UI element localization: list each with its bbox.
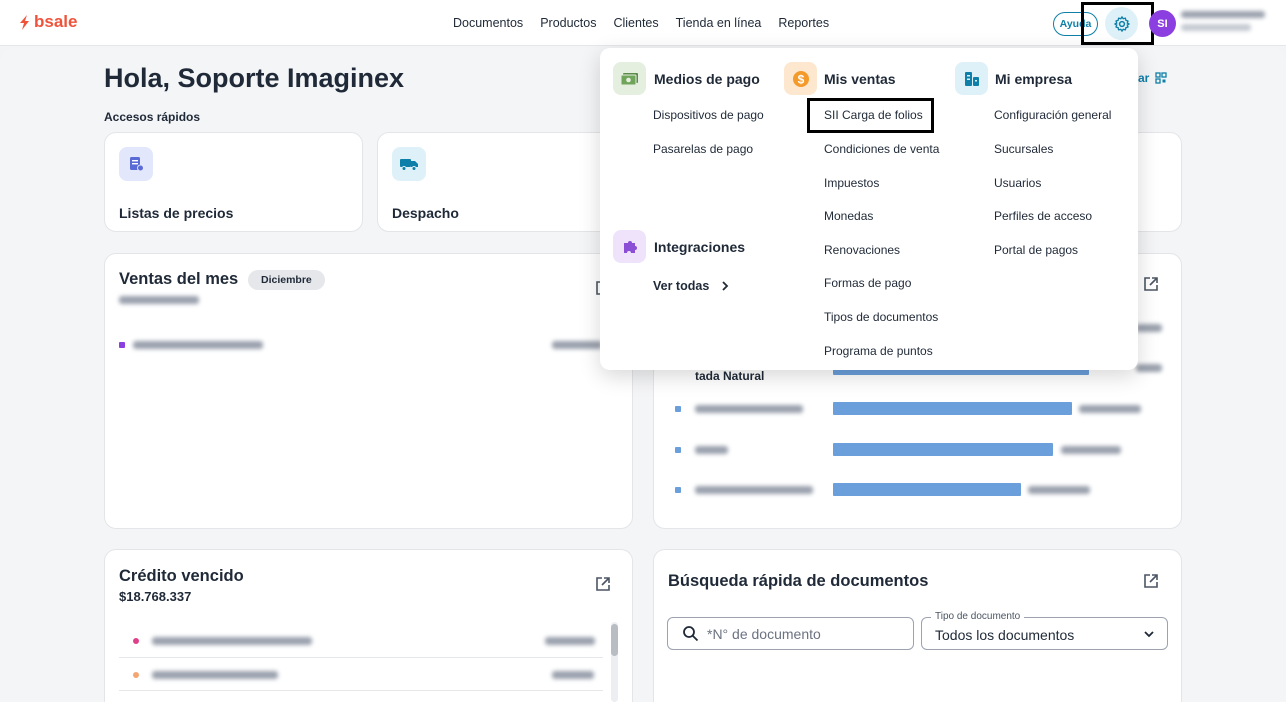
truck-icon bbox=[392, 147, 426, 181]
money-icon bbox=[613, 62, 646, 95]
menu-item-renewals[interactable]: Renovaciones bbox=[824, 243, 900, 257]
product-name-blurred bbox=[695, 486, 813, 494]
legend-dot bbox=[133, 672, 139, 678]
settings-dropdown-menu: Medios de pago Dispositivos de pago Pasa… bbox=[600, 48, 1138, 370]
see-all-integrations-link[interactable]: Ver todas bbox=[653, 279, 729, 293]
nav-documentos[interactable]: Documentos bbox=[453, 16, 523, 30]
sii-folios-highlight-box bbox=[807, 98, 934, 133]
quick-access-title: Accesos rápidos bbox=[104, 110, 201, 124]
price-list-icon bbox=[119, 147, 153, 181]
edit-quick-access-link[interactable]: ar bbox=[1138, 71, 1167, 85]
product-value-blurred bbox=[1079, 405, 1141, 413]
product-value-blurred bbox=[1136, 364, 1162, 372]
sales-total-blurred bbox=[119, 296, 199, 304]
page-title: Hola, Soporte Imaginex bbox=[104, 63, 405, 93]
doc-type-value: Todos los documentos bbox=[935, 627, 1075, 643]
legend-dot bbox=[133, 638, 139, 644]
menu-item-payment-gateways[interactable]: Pasarelas de pago bbox=[653, 142, 753, 156]
legend-dot bbox=[119, 342, 125, 348]
payment-methods-title: Medios de pago bbox=[654, 71, 760, 87]
credit-card-title: Crédito vencido bbox=[119, 567, 244, 585]
external-link-icon[interactable] bbox=[594, 575, 612, 593]
quick-access-label: Listas de precios bbox=[119, 205, 234, 221]
search-card-title: Búsqueda rápida de documentos bbox=[668, 572, 929, 590]
nav-clientes[interactable]: Clientes bbox=[613, 16, 658, 30]
sales-card-title: Ventas del mes bbox=[119, 270, 239, 288]
product-name-blurred bbox=[695, 405, 803, 413]
product-bar bbox=[833, 402, 1072, 415]
nav-tienda-en-linea[interactable]: Tienda en línea bbox=[676, 16, 762, 30]
main-nav: Documentos Productos Clientes Tienda en … bbox=[453, 16, 829, 30]
menu-item-currencies[interactable]: Monedas bbox=[824, 209, 873, 223]
product-name-blurred bbox=[695, 446, 728, 454]
edit-link-label: ar bbox=[1138, 71, 1150, 85]
menu-item-branches[interactable]: Sucursales bbox=[994, 142, 1053, 156]
menu-item-users[interactable]: Usuarios bbox=[994, 176, 1041, 190]
external-link-icon[interactable] bbox=[1142, 572, 1160, 590]
my-sales-title: Mis ventas bbox=[824, 71, 896, 87]
monthly-sales-card: Ventas del mes Diciembre bbox=[104, 253, 633, 529]
grid-icon bbox=[1155, 72, 1167, 84]
chevron-down-icon bbox=[1144, 631, 1154, 638]
bsale-logo[interactable]: bsale bbox=[18, 12, 77, 32]
menu-item-points-program[interactable]: Programa de puntos bbox=[824, 344, 933, 358]
quick-access-label: Despacho bbox=[392, 205, 459, 221]
month-badge[interactable]: Diciembre bbox=[248, 270, 325, 290]
sales-branch-value-blurred bbox=[552, 341, 602, 349]
product-value-blurred bbox=[1028, 486, 1090, 494]
avatar[interactable]: SI bbox=[1149, 10, 1176, 37]
menu-item-access-profiles[interactable]: Perfiles de acceso bbox=[994, 209, 1092, 223]
puzzle-icon bbox=[613, 230, 646, 263]
settings-highlight-box bbox=[1081, 2, 1154, 45]
menu-item-payment-forms[interactable]: Formas de pago bbox=[824, 276, 911, 290]
building-icon bbox=[955, 62, 988, 95]
document-type-select[interactable]: Tipo de documento Todos los documentos bbox=[921, 611, 1168, 650]
quick-access-card-price-lists[interactable]: Listas de precios bbox=[104, 132, 363, 232]
legend-dot bbox=[675, 487, 681, 493]
credit-value-blurred bbox=[552, 671, 594, 679]
product-value-blurred bbox=[1136, 324, 1162, 332]
brand-name: bsale bbox=[34, 12, 78, 31]
quick-access-card-dispatch[interactable]: Despacho bbox=[377, 132, 636, 232]
credit-client-blurred bbox=[152, 671, 278, 679]
divider bbox=[119, 657, 603, 658]
menu-item-general-config[interactable]: Configuración general bbox=[994, 108, 1111, 122]
menu-item-payment-portal[interactable]: Portal de pagos bbox=[994, 243, 1078, 257]
coin-icon: $ bbox=[784, 62, 817, 95]
overdue-credit-card: Crédito vencido $18.768.337 bbox=[104, 549, 633, 702]
legend-dot bbox=[675, 447, 681, 453]
credit-value-blurred bbox=[545, 637, 595, 645]
divider bbox=[119, 690, 603, 691]
integrations-title: Integraciones bbox=[654, 239, 746, 255]
credit-client-blurred bbox=[152, 637, 312, 645]
menu-item-taxes[interactable]: Impuestos bbox=[824, 176, 879, 190]
search-icon bbox=[683, 626, 699, 642]
chevron-right-icon bbox=[722, 281, 729, 291]
product-bar bbox=[833, 483, 1021, 496]
see-all-label: Ver todas bbox=[653, 279, 710, 293]
nav-productos[interactable]: Productos bbox=[540, 16, 596, 30]
my-company-title: Mi empresa bbox=[995, 71, 1073, 87]
top-navbar: bsale Documentos Productos Clientes Tien… bbox=[0, 0, 1286, 46]
credit-amount: $18.768.337 bbox=[119, 589, 192, 604]
external-link-icon[interactable] bbox=[1142, 275, 1160, 293]
menu-item-payment-devices[interactable]: Dispositivos de pago bbox=[653, 108, 764, 122]
product-bar bbox=[833, 443, 1053, 456]
product-value-blurred bbox=[1061, 446, 1121, 454]
credit-scrollbar-thumb[interactable] bbox=[611, 624, 618, 656]
bsale-logo-icon bbox=[20, 14, 29, 30]
nav-reportes[interactable]: Reportes bbox=[778, 16, 829, 30]
legend-dot bbox=[675, 406, 681, 412]
svg-text:$: $ bbox=[797, 72, 804, 86]
user-info-blurred[interactable] bbox=[1181, 11, 1265, 37]
product-label: tada Natural bbox=[695, 369, 765, 383]
doc-type-legend: Tipo de documento bbox=[931, 611, 1025, 622]
document-number-search[interactable] bbox=[667, 617, 914, 650]
menu-item-sale-conditions[interactable]: Condiciones de venta bbox=[824, 142, 939, 156]
search-input[interactable] bbox=[707, 625, 897, 642]
menu-item-document-types[interactable]: Tipos de documentos bbox=[824, 310, 938, 324]
sales-branch-blurred bbox=[133, 341, 263, 349]
